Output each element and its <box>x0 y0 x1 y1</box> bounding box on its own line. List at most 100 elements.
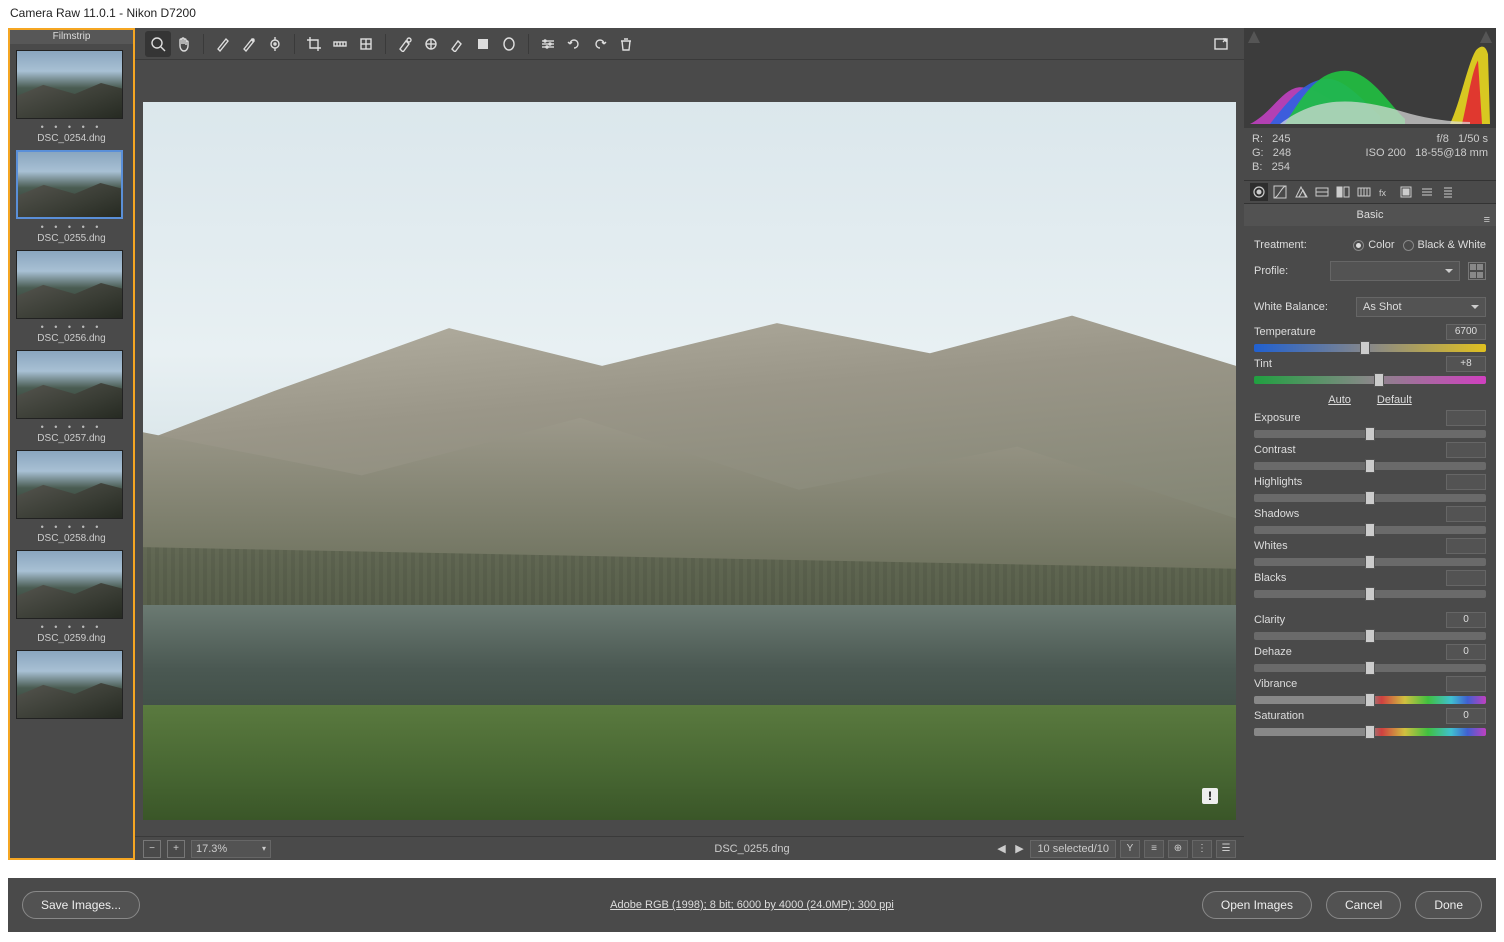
whites-slider[interactable] <box>1254 558 1486 566</box>
thumb-label: DSC_0258.dng <box>16 532 127 544</box>
selection-count[interactable]: 10 selected/10 <box>1030 840 1116 858</box>
highlight-clip-icon[interactable] <box>1480 30 1492 42</box>
save-images-button[interactable]: Save Images... <box>22 891 140 919</box>
auto-link[interactable]: Auto <box>1328 394 1351 406</box>
tab-fx-icon[interactable]: fx <box>1376 183 1394 201</box>
shadow-clip-icon[interactable] <box>1248 30 1260 42</box>
adjustment-brush-icon[interactable] <box>444 31 470 57</box>
rating-dots: • • • • • <box>16 519 127 532</box>
thumbnail[interactable] <box>16 650 127 719</box>
blacks-label: Blacks <box>1254 572 1286 584</box>
image-preview[interactable]: ! <box>143 102 1236 820</box>
color-sampler-tool-icon[interactable] <box>236 31 262 57</box>
vibrance-value[interactable] <box>1446 676 1486 692</box>
delete-icon[interactable] <box>613 31 639 57</box>
tint-slider[interactable] <box>1254 376 1486 384</box>
tab-presets-icon[interactable] <box>1418 183 1436 201</box>
clarity-value[interactable]: 0 <box>1446 612 1486 628</box>
clarity-slider[interactable] <box>1254 632 1486 640</box>
tab-split-icon[interactable] <box>1334 183 1352 201</box>
done-button[interactable]: Done <box>1415 891 1482 919</box>
temperature-slider[interactable] <box>1254 344 1486 352</box>
dehaze-slider[interactable] <box>1254 664 1486 672</box>
contrast-slider[interactable] <box>1254 462 1486 470</box>
transform-tool-icon[interactable] <box>353 31 379 57</box>
preferences-icon[interactable] <box>535 31 561 57</box>
warning-icon[interactable]: ! <box>1202 788 1218 804</box>
filmstrip-body[interactable]: • • • • • DSC_0254.dng • • • • • DSC_025… <box>10 44 133 858</box>
saturation-slider[interactable] <box>1254 728 1486 736</box>
exposure-value[interactable] <box>1446 410 1486 426</box>
blacks-slider[interactable] <box>1254 590 1486 598</box>
next-image-icon[interactable]: ▶ <box>1012 841 1026 857</box>
hand-tool-icon[interactable] <box>171 31 197 57</box>
crop-tool-icon[interactable] <box>301 31 327 57</box>
z, tb-btn zoom-tool-icon[interactable] <box>145 31 171 57</box>
treatment-color-radio[interactable]: Color <box>1353 239 1394 251</box>
cancel-button[interactable]: Cancel <box>1326 891 1401 919</box>
shadows-value[interactable] <box>1446 506 1486 522</box>
tab-hsl-icon[interactable] <box>1313 183 1331 201</box>
prev-image-icon[interactable]: ◀ <box>994 841 1008 857</box>
spot-removal-tool-icon[interactable] <box>392 31 418 57</box>
straighten-tool-icon[interactable] <box>327 31 353 57</box>
saturation-value[interactable]: 0 <box>1446 708 1486 724</box>
wb-select[interactable]: As Shot <box>1356 297 1486 317</box>
filter-menu-icon[interactable]: ☰ <box>1216 840 1236 858</box>
thumbnail[interactable]: • • • • • DSC_0259.dng <box>16 550 127 644</box>
red-eye-tool-icon[interactable] <box>418 31 444 57</box>
open-images-button[interactable]: Open Images <box>1202 891 1312 919</box>
blacks-value[interactable] <box>1446 570 1486 586</box>
thumbnail[interactable]: • • • • • DSC_0255.dng <box>16 150 127 244</box>
profile-select[interactable] <box>1330 261 1460 281</box>
highlights-slider[interactable] <box>1254 494 1486 502</box>
filter-1-icon[interactable]: ≡ <box>1144 840 1164 858</box>
thumbnail[interactable]: • • • • • DSC_0256.dng <box>16 250 127 344</box>
zoom-in-icon[interactable]: + <box>167 840 185 858</box>
panel-tabs: fx <box>1244 180 1496 204</box>
tab-snapshots-icon[interactable] <box>1439 183 1457 201</box>
treatment-bw-radio[interactable]: Black & White <box>1403 239 1486 251</box>
tab-curve-icon[interactable] <box>1271 183 1289 201</box>
whites-value[interactable] <box>1446 538 1486 554</box>
panel-menu-icon[interactable]: ≡ <box>1484 209 1490 231</box>
default-link[interactable]: Default <box>1377 394 1412 406</box>
rating-dots: • • • • • <box>16 419 127 432</box>
graduated-filter-icon[interactable] <box>470 31 496 57</box>
tab-lens-icon[interactable] <box>1355 183 1373 201</box>
rotate-ccw-icon[interactable] <box>561 31 587 57</box>
vibrance-slider[interactable] <box>1254 696 1486 704</box>
filter-3-icon[interactable]: ⋮ <box>1192 840 1212 858</box>
profile-label: Profile: <box>1254 265 1288 277</box>
white-balance-tool-icon[interactable] <box>210 31 236 57</box>
workflow-options-link[interactable]: Adobe RGB (1998); 8 bit; 6000 by 4000 (2… <box>610 899 894 911</box>
tab-detail-icon[interactable] <box>1292 183 1310 201</box>
histogram[interactable] <box>1244 28 1496 128</box>
rating-mode-icon[interactable]: Y <box>1120 840 1140 858</box>
profile-browser-icon[interactable] <box>1468 262 1486 280</box>
footer-bar: Save Images... Adobe RGB (1998); 8 bit; … <box>8 878 1496 932</box>
shadows-slider[interactable] <box>1254 526 1486 534</box>
radial-filter-icon[interactable] <box>496 31 522 57</box>
exposure-slider[interactable] <box>1254 430 1486 438</box>
tint-value[interactable]: +8 <box>1446 356 1486 372</box>
clarity-label: Clarity <box>1254 614 1285 626</box>
thumbnail[interactable]: • • • • • DSC_0257.dng <box>16 350 127 444</box>
thumbnail[interactable]: • • • • • DSC_0254.dng <box>16 50 127 144</box>
highlights-value[interactable] <box>1446 474 1486 490</box>
dehaze-value[interactable]: 0 <box>1446 644 1486 660</box>
zoom-level-select[interactable]: 17.3%▾ <box>191 840 271 858</box>
contrast-value[interactable] <box>1446 442 1486 458</box>
rating-dots: • • • • • <box>16 319 127 332</box>
rotate-cw-icon[interactable] <box>587 31 613 57</box>
fullscreen-icon[interactable] <box>1208 31 1234 57</box>
targeted-adjustment-tool-icon[interactable] <box>262 31 288 57</box>
tab-basic-icon[interactable] <box>1250 183 1268 201</box>
panel-title: Basic ≡ <box>1244 204 1496 226</box>
zoom-out-icon[interactable]: − <box>143 840 161 858</box>
rating-dots: • • • • • <box>16 619 127 632</box>
temperature-value[interactable]: 6700 <box>1446 324 1486 340</box>
thumbnail[interactable]: • • • • • DSC_0258.dng <box>16 450 127 544</box>
tab-calibration-icon[interactable] <box>1397 183 1415 201</box>
filter-2-icon[interactable]: ⊕ <box>1168 840 1188 858</box>
